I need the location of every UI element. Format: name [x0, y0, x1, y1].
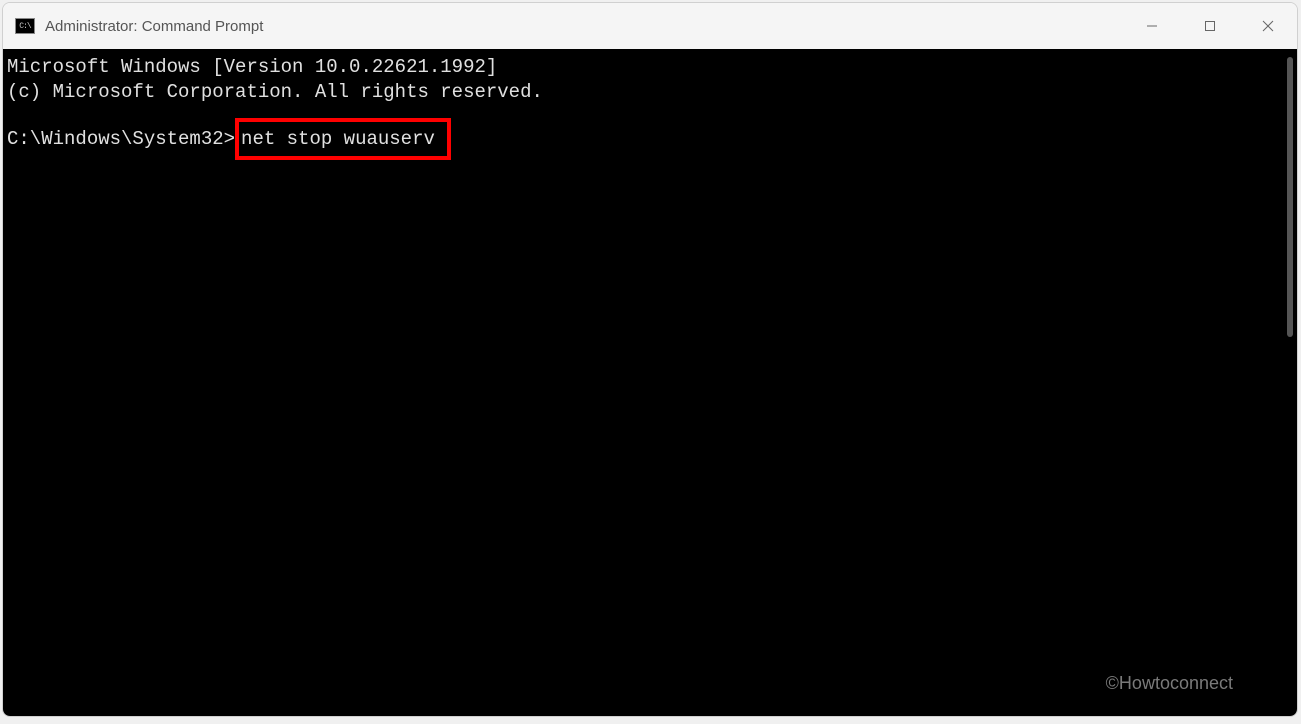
- command-highlight-box: net stop wuauserv: [235, 118, 451, 160]
- titlebar-left: C:\ Administrator: Command Prompt: [15, 18, 263, 35]
- watermark-text: ©Howtoconnect: [1106, 673, 1233, 694]
- prompt-row: C:\Windows\System32> net stop wuauserv: [7, 128, 1293, 150]
- close-icon: [1262, 20, 1274, 32]
- console-content: Microsoft Windows [Version 10.0.22621.19…: [7, 55, 1293, 710]
- minimize-icon: [1146, 20, 1158, 32]
- maximize-button[interactable]: [1181, 3, 1239, 49]
- maximize-icon: [1204, 20, 1216, 32]
- scrollbar-thumb[interactable]: [1287, 57, 1293, 337]
- command-input[interactable]: net stop wuauserv: [241, 128, 435, 150]
- console-line-version: Microsoft Windows [Version 10.0.22621.19…: [7, 55, 1293, 80]
- titlebar[interactable]: C:\ Administrator: Command Prompt: [3, 3, 1297, 49]
- close-button[interactable]: [1239, 3, 1297, 49]
- console-area[interactable]: Microsoft Windows [Version 10.0.22621.19…: [3, 49, 1297, 716]
- window-title: Administrator: Command Prompt: [45, 18, 263, 35]
- prompt-path: C:\Windows\System32>: [7, 128, 235, 150]
- window-controls: [1123, 3, 1297, 49]
- minimize-button[interactable]: [1123, 3, 1181, 49]
- command-prompt-window: C:\ Administrator: Command Prompt Micros…: [2, 2, 1298, 717]
- cmd-icon: C:\: [15, 18, 35, 34]
- console-line-copyright: (c) Microsoft Corporation. All rights re…: [7, 80, 1293, 105]
